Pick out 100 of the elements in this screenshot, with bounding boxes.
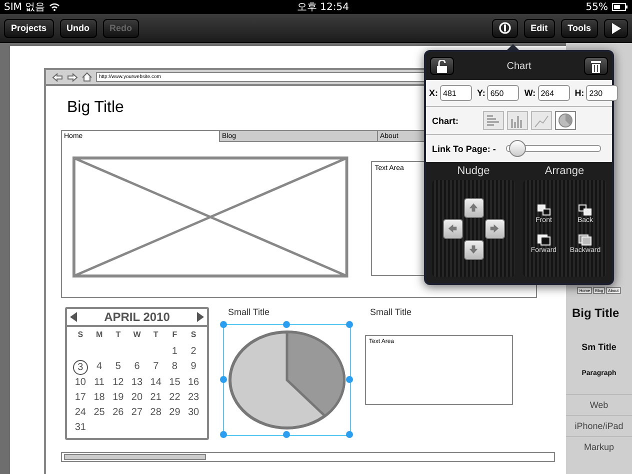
play-button[interactable]: [604, 18, 628, 38]
carrier-text: SIM 없음: [4, 1, 46, 14]
field-label: W:: [524, 88, 536, 98]
back-arrow-icon: [52, 72, 63, 82]
arrow-up-icon: [468, 202, 479, 213]
weekday-label: T: [114, 330, 122, 341]
calendar-day: 25: [90, 406, 109, 420]
calendar-day: 7: [146, 360, 166, 374]
toolbar-button[interactable]: Undo: [60, 18, 97, 38]
calendar-month: APRIL 2010: [104, 310, 170, 324]
nudge-button[interactable]: [464, 240, 484, 260]
selection-handle[interactable]: [283, 431, 290, 438]
toolbar-button[interactable]: Edit: [524, 18, 555, 38]
calendar-day: 8: [165, 360, 184, 374]
selection-handle[interactable]: [346, 321, 353, 328]
calendar-day: 6: [128, 360, 146, 374]
wifi-icon: [49, 3, 60, 11]
nudge-button[interactable]: [442, 218, 462, 238]
calendar-day: 9: [184, 360, 203, 374]
calendar-day: 21: [146, 391, 166, 405]
field-label: X:: [429, 88, 438, 98]
number-field[interactable]: 481: [440, 85, 472, 101]
calendar-day: 19: [108, 391, 128, 405]
calendar-day: 10: [71, 376, 90, 390]
arrow-right-icon: [489, 223, 500, 234]
horizontal-bar-chart-icon: [486, 114, 501, 128]
calendar-day: 14: [146, 376, 166, 390]
calendar-day: 13: [128, 376, 146, 390]
link-slider[interactable]: [506, 140, 601, 157]
calendar-day: 29: [165, 406, 184, 420]
weekday-label: T: [152, 330, 160, 341]
calendar-day: 22: [165, 391, 184, 405]
chart-type-button[interactable]: [555, 111, 576, 130]
forward-arrow-icon: [67, 72, 78, 82]
battery-text: 55%: [586, 2, 608, 12]
field-label: H:: [574, 88, 584, 98]
chart-type-button[interactable]: [483, 111, 504, 130]
slider-thumb[interactable]: [509, 140, 526, 157]
number-field[interactable]: 264: [538, 85, 570, 101]
calendar-day: 23: [184, 391, 203, 405]
previous-month-icon: [70, 312, 77, 322]
calendar-day: 30: [184, 406, 203, 420]
next-month-icon: [197, 312, 204, 322]
trash-icon: [590, 60, 601, 72]
delete-button[interactable]: [584, 57, 608, 75]
toolbar-button[interactable]: Projects: [4, 18, 54, 38]
chart-type-button[interactable]: [531, 111, 552, 130]
weekday-label: F: [171, 330, 178, 341]
calendar-day: 5: [108, 360, 128, 374]
info-button[interactable]: [492, 18, 518, 38]
calendar-day: 20: [128, 391, 146, 405]
bring-forward-icon: [536, 234, 551, 246]
calendar-day: 28: [146, 406, 166, 420]
selection-handle[interactable]: [346, 431, 353, 438]
toolbar-button[interactable]: Tools: [560, 18, 598, 38]
arrow-down-icon: [468, 244, 479, 255]
send-backward-icon: [578, 234, 592, 246]
calendar-day: 3: [72, 360, 88, 375]
calendar-day: 16: [184, 376, 203, 390]
clock-text: 오후 12:54: [296, 1, 349, 14]
home-icon: [82, 72, 92, 82]
selection-handle[interactable]: [283, 321, 290, 328]
weekday-label: M: [94, 330, 104, 341]
play-icon: [611, 22, 621, 34]
chart-type-label: Chart:: [432, 116, 460, 126]
selection-handle[interactable]: [220, 431, 227, 438]
selection-handle[interactable]: [220, 376, 227, 383]
calendar-day: 1: [165, 345, 184, 359]
panel-title: Nudge: [457, 164, 490, 179]
chart-type-button[interactable]: [507, 111, 528, 130]
weekday-label: S: [190, 330, 198, 341]
pie-chart-icon: [558, 113, 573, 128]
panel-title: Arrange: [544, 164, 584, 179]
number-field[interactable]: 230: [586, 85, 618, 101]
palette-item[interactable]: Sm Title: [582, 342, 616, 352]
palette-category[interactable]: iPhone/iPad: [566, 415, 632, 436]
palette-item[interactable]: Big Title: [572, 306, 620, 328]
field-label: Y:: [477, 88, 486, 98]
number-field[interactable]: 650: [487, 85, 520, 101]
calendar-day: 12: [108, 376, 128, 390]
unlocked-padlock-icon: [436, 60, 448, 72]
calendar-day: 15: [165, 376, 184, 390]
palette-category[interactable]: Web: [566, 394, 632, 415]
selection-handle[interactable]: [220, 321, 227, 328]
nudge-button[interactable]: [484, 218, 504, 238]
battery-icon: [612, 3, 628, 11]
calendar-day: 17: [71, 391, 90, 405]
selection-handle[interactable]: [346, 376, 353, 383]
link-label: Link To Page: -: [432, 144, 496, 154]
bring-forward-icon: [536, 204, 551, 216]
lock-button[interactable]: [430, 57, 454, 75]
section-title: Small Title: [369, 307, 413, 319]
arrow-left-icon: [447, 223, 458, 234]
calendar-day: 18: [90, 391, 109, 405]
palette-category[interactable]: Markup: [566, 436, 632, 457]
calendar-day: 4: [90, 360, 109, 374]
popover-title: Chart: [506, 60, 532, 72]
weekday-label: S: [76, 330, 84, 341]
bar-chart-icon: [510, 114, 525, 128]
nudge-button[interactable]: [464, 198, 484, 218]
